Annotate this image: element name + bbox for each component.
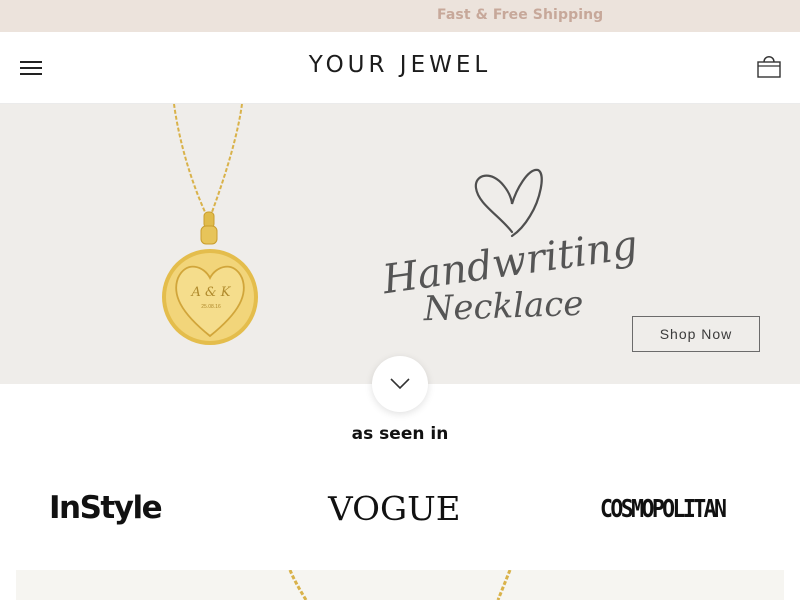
chevron-down-icon	[390, 378, 410, 390]
announcement-bar: Fast & Free Shipping	[0, 0, 800, 32]
necklace-chain	[173, 104, 243, 213]
engraving-date: 25.08.16	[201, 304, 221, 310]
announcement-text: Fast & Free Shipping	[437, 7, 604, 23]
press-logo-vogue: VOGUE	[328, 489, 461, 528]
press-logo-cosmopolitan: COSMOPOLITAN	[600, 494, 727, 523]
site-logo[interactable]: YOUR JEWEL	[290, 52, 510, 78]
featured-product-panel[interactable]	[16, 570, 784, 600]
shop-now-button[interactable]: Shop Now	[632, 316, 760, 352]
hero-title-line2: Necklace	[422, 284, 584, 330]
product-chain-image	[288, 570, 512, 600]
hero-banner[interactable]: Handwriting Necklace A & K 25.08.16 Shop…	[0, 104, 800, 384]
handwritten-heart-icon	[474, 168, 543, 238]
press-logo-instyle: InStyle	[49, 490, 163, 526]
scroll-down-button[interactable]	[372, 356, 428, 412]
shopping-bag-icon[interactable]	[754, 52, 784, 82]
pendant-loop	[200, 225, 218, 245]
hamburger-menu-icon[interactable]	[18, 57, 44, 79]
engraving-initials: A & K	[191, 285, 232, 300]
site-header: YOUR JEWEL	[0, 32, 800, 104]
press-heading: as seen in	[351, 424, 449, 444]
